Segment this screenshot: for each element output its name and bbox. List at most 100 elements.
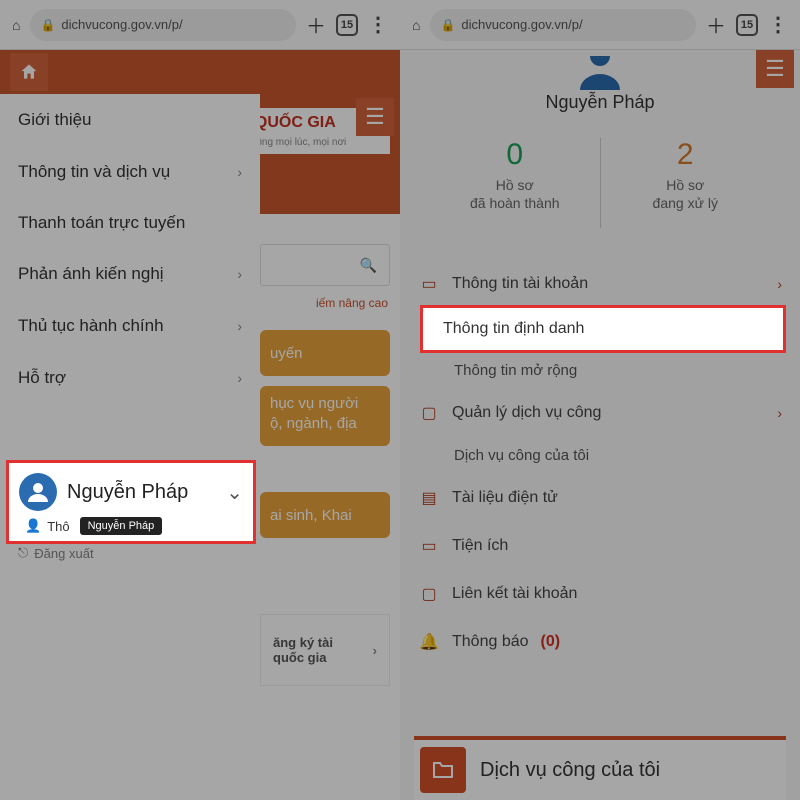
id-card-icon: ▭ — [418, 274, 440, 294]
notification-count: (0) — [541, 633, 561, 651]
home-button[interactable] — [10, 53, 48, 91]
url-text: dichvucong.gov.vn/p/ — [61, 17, 182, 32]
logout-icon: ⎋ — [18, 545, 28, 561]
chevron-right-icon: › — [777, 276, 782, 292]
overflow-menu-icon[interactable]: ⋮ — [768, 12, 788, 37]
menu-label: Dịch vụ công của tôi — [454, 447, 589, 464]
stat-processing[interactable]: 2 Hồ sơ đang xử lý — [600, 138, 771, 228]
chevron-right-icon: › — [237, 370, 242, 386]
avatar-large — [572, 50, 628, 90]
tab-count[interactable]: 15 — [336, 14, 358, 36]
hamburger-menu-icon[interactable]: ☰ — [356, 98, 394, 136]
menu-utilities[interactable]: ▭ Tiện ích — [412, 522, 788, 570]
user-name: Nguyễn Pháp — [400, 92, 800, 113]
browser-chrome-left: ⌂ 🔒 dichvucong.gov.vn/p/ ＋ 15 ⋮ — [0, 0, 400, 50]
menu-label: Thông tin định danh — [443, 320, 584, 337]
sidebar-item-info-services[interactable]: Thông tin và dịch vụ › — [0, 146, 260, 198]
screenshot-left: Giới thiệu Thông tin và dịch vụ › Thanh … — [0, 50, 400, 800]
submenu-extended-info[interactable]: Thông tin mở rộng — [412, 352, 788, 389]
menu-label: Thông báo — [452, 633, 529, 651]
site-title-fragment: G QUỐC GIA — [260, 114, 336, 131]
menu-label: Tài liệu điện tử — [452, 489, 558, 507]
folder-icon: ▢ — [418, 403, 440, 423]
overflow-menu-icon[interactable]: ⋮ — [368, 12, 388, 37]
hamburger-menu-icon[interactable]: ☰ — [756, 50, 794, 88]
document-icon: ▤ — [418, 488, 440, 508]
menu-label: Thông tin mở rộng — [454, 362, 577, 379]
chevron-right-icon: › — [237, 318, 242, 334]
stat-number: 0 — [430, 138, 600, 172]
menu-label: Liên kết tài khoản — [452, 585, 577, 603]
browser-chrome-right: ⌂ 🔒 dichvucong.gov.vn/p/ ＋ 15 ⋮ — [400, 0, 800, 50]
home-icon[interactable]: ⌂ — [412, 17, 420, 33]
cta-label: Dịch vụ công của tôi — [480, 759, 660, 782]
logout-label: Đăng xuất — [34, 546, 93, 561]
url-bar[interactable]: 🔒 dichvucong.gov.vn/p/ — [30, 9, 296, 41]
sidebar-item-label: Giới thiệu — [18, 110, 92, 130]
sidebar-item-label: Thủ tục hành chính — [18, 316, 164, 336]
person-icon: 👤 — [25, 518, 41, 534]
logout-link[interactable]: ⎋ Đăng xuất — [18, 545, 94, 561]
sidebar-item-label: Thông tin và dịch vụ — [18, 162, 170, 182]
new-tab-icon[interactable]: ＋ — [706, 10, 726, 39]
my-services-cta[interactable]: Dịch vụ công của tôi — [414, 736, 786, 800]
wallet-icon: ▭ — [418, 536, 440, 556]
stat-number: 2 — [601, 138, 771, 172]
lock-icon: 🔒 — [40, 18, 55, 32]
screenshot-right: ☰ Nguyễn Pháp 0 Hồ sơ đã hoàn thành 2 Hồ… — [400, 50, 800, 800]
chevron-right-icon: › — [373, 643, 377, 658]
home-icon[interactable]: ⌂ — [12, 17, 20, 33]
stat-completed[interactable]: 0 Hồ sơ đã hoàn thành — [430, 138, 600, 228]
user-name: Nguyễn Pháp — [67, 481, 188, 504]
top-bar — [0, 50, 400, 94]
sidebar-item-label: Phản ánh kiến nghị — [18, 264, 164, 284]
chevron-right-icon: › — [237, 266, 242, 282]
menu-label: Quản lý dịch vụ công — [452, 404, 601, 422]
chevron-right-icon: › — [777, 405, 782, 421]
sidebar-item-feedback[interactable]: Phản ánh kiến nghị › — [0, 248, 260, 300]
menu-edocuments[interactable]: ▤ Tài liệu điện tử — [412, 474, 788, 522]
menu-account-info[interactable]: ▭ Thông tin tài khoản › — [412, 260, 788, 308]
tab-count[interactable]: 15 — [736, 14, 758, 36]
sidebar-item-online-payment[interactable]: Thanh toán trực tuyến — [0, 198, 260, 248]
new-tab-icon[interactable]: ＋ — [306, 10, 326, 39]
sidebar-item-support[interactable]: Hỗ trợ › — [0, 352, 260, 404]
avatar-icon — [19, 473, 57, 511]
sidebar-menu: Giới thiệu Thông tin và dịch vụ › Thanh … — [0, 94, 260, 800]
menu-label: Tiện ích — [452, 537, 508, 555]
tooltip: Nguyễn Pháp — [80, 517, 163, 535]
menu-manage-services[interactable]: ▢ Quản lý dịch vụ công › — [412, 389, 788, 437]
sidebar-item-intro[interactable]: Giới thiệu — [0, 94, 260, 146]
register-card-fragment[interactable]: ăng ký tài quốc gia › — [260, 614, 390, 686]
background-page-peek: G QUỐC GIA vụ công mọi lúc, mọi nơi 🔍 iế… — [260, 94, 400, 800]
menu-label: Thông tin tài khoản — [452, 275, 588, 293]
submenu-my-services[interactable]: Dịch vụ công của tôi — [412, 437, 788, 474]
card-fragment-1[interactable]: uyến — [260, 330, 390, 376]
site-tagline-fragment: vụ công mọi lúc, mọi nơi — [260, 137, 346, 148]
url-text: dichvucong.gov.vn/p/ — [461, 17, 582, 32]
chevron-down-icon: ⌄ — [226, 480, 243, 505]
bell-icon: 🔔 — [418, 632, 440, 652]
link-icon: ▢ — [418, 584, 440, 604]
search-box-fragment[interactable]: 🔍 — [260, 244, 390, 286]
chevron-right-icon: › — [237, 164, 242, 180]
card-fragment-2[interactable]: hục vụ người ộ, ngành, địa — [260, 386, 390, 446]
info-text-fragment: Thô — [47, 519, 69, 534]
lock-icon: 🔒 — [440, 18, 455, 32]
user-dropdown[interactable]: Nguyễn Pháp ⌄ 👤 Thô Nguyễn Pháp — [6, 460, 256, 544]
stat-label: Hồ sơ đang xử lý — [601, 176, 771, 212]
user-dropdown-info[interactable]: 👤 Thô Nguyễn Pháp — [19, 517, 243, 535]
search-icon: 🔍 — [360, 257, 377, 274]
menu-link-account[interactable]: ▢ Liên kết tài khoản — [412, 570, 788, 618]
folder-icon — [420, 747, 466, 793]
advanced-search-fragment[interactable]: iếm nâng cao — [260, 296, 388, 310]
menu-notifications[interactable]: 🔔 Thông báo (0) — [412, 618, 788, 666]
card-fragment-3[interactable]: ai sinh, Khai — [260, 492, 390, 538]
sidebar-item-procedures[interactable]: Thủ tục hành chính › — [0, 300, 260, 352]
stats-row: 0 Hồ sơ đã hoàn thành 2 Hồ sơ đang xử lý — [430, 138, 770, 228]
stat-label: Hồ sơ đã hoàn thành — [430, 176, 600, 212]
sidebar-item-label: Thanh toán trực tuyến — [18, 212, 185, 234]
url-bar[interactable]: 🔒 dichvucong.gov.vn/p/ — [430, 9, 696, 41]
submenu-identity-info[interactable]: Thông tin định danh — [420, 305, 786, 353]
sidebar-item-label: Hỗ trợ — [18, 368, 66, 388]
